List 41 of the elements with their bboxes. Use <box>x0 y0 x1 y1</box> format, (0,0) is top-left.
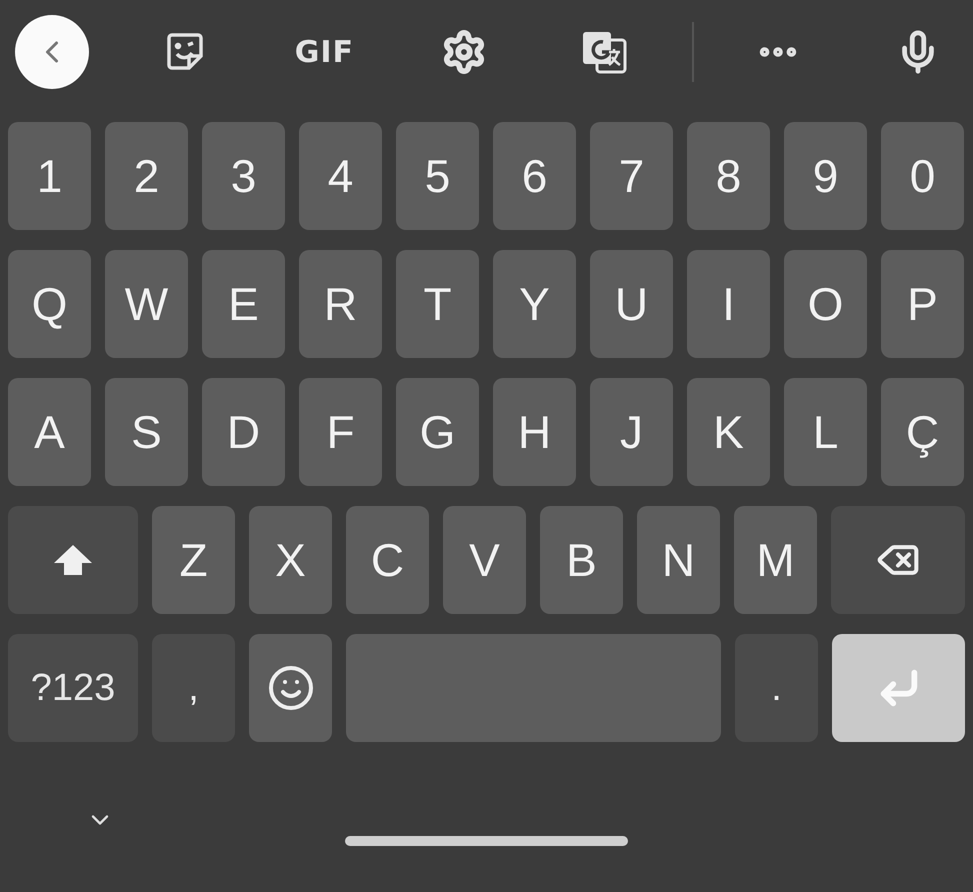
letter-key[interactable]: D <box>202 378 285 486</box>
letter-key[interactable]: 2 <box>105 122 188 230</box>
letter-key[interactable]: S <box>105 378 188 486</box>
letter-key[interactable]: L <box>784 378 867 486</box>
letter-key[interactable]: X <box>249 506 332 614</box>
letter-key[interactable]: 0 <box>881 122 964 230</box>
letter-key[interactable]: 8 <box>687 122 770 230</box>
letter-key[interactable]: J <box>590 378 673 486</box>
letter-key[interactable]: 7 <box>590 122 673 230</box>
letter-key[interactable]: E <box>202 250 285 358</box>
gif-button[interactable]: GIF <box>294 34 354 70</box>
letter-key[interactable]: A <box>8 378 91 486</box>
letter-key[interactable]: 5 <box>396 122 479 230</box>
letter-key[interactable]: Y <box>493 250 576 358</box>
letter-key[interactable]: H <box>493 378 576 486</box>
punctuation-key[interactable]: . <box>735 634 818 742</box>
letter-key[interactable]: K <box>687 378 770 486</box>
letter-key[interactable]: O <box>784 250 867 358</box>
letter-key[interactable]: V <box>443 506 526 614</box>
letter-key[interactable]: 4 <box>299 122 382 230</box>
letter-key[interactable]: P <box>881 250 964 358</box>
letter-key[interactable]: R <box>299 250 382 358</box>
letter-key[interactable]: 9 <box>784 122 867 230</box>
letter-key[interactable]: B <box>540 506 623 614</box>
letter-key[interactable]: G <box>396 378 479 486</box>
letter-key[interactable]: U <box>590 250 673 358</box>
letter-key[interactable]: T <box>396 250 479 358</box>
letter-key[interactable]: Ç <box>881 378 964 486</box>
letter-key[interactable]: C <box>346 506 429 614</box>
letter-key[interactable]: N <box>637 506 720 614</box>
letter-key[interactable]: M <box>734 506 817 614</box>
letter-key[interactable]: Q <box>8 250 91 358</box>
letter-key[interactable]: F <box>299 378 382 486</box>
letter-key[interactable]: I <box>687 250 770 358</box>
letter-key[interactable]: 1 <box>8 122 91 230</box>
letter-key[interactable]: 3 <box>202 122 285 230</box>
letter-key[interactable]: 6 <box>493 122 576 230</box>
letter-key[interactable]: Z <box>152 506 235 614</box>
letter-key[interactable]: W <box>105 250 188 358</box>
punctuation-key[interactable]: , <box>152 634 235 742</box>
symbols-key[interactable]: ?123 <box>8 634 138 742</box>
